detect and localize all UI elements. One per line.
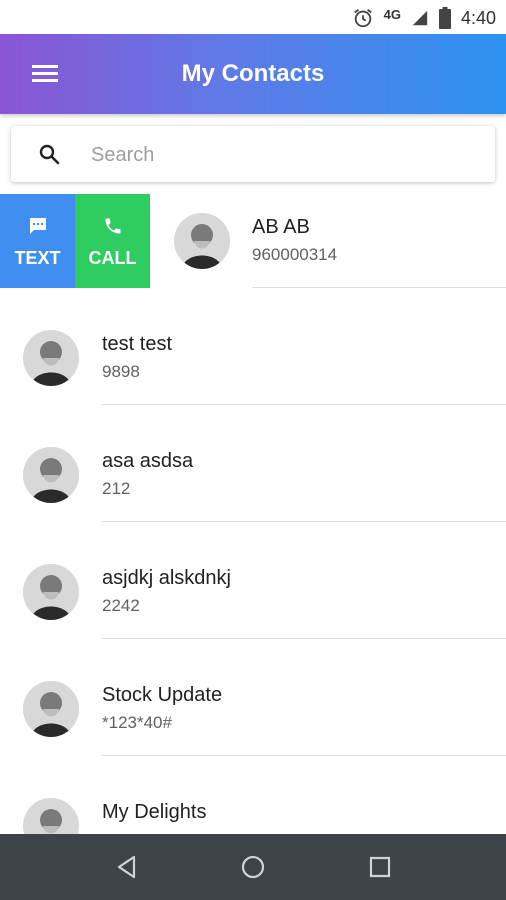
recents-icon[interactable] <box>367 854 393 880</box>
contact-name: asa asdsa <box>102 450 194 472</box>
avatar <box>174 213 230 269</box>
status-bar: 4G 4:40 <box>0 0 506 34</box>
app-title: My Contacts <box>181 60 325 87</box>
contact-row[interactable]: Stock Update *123*40# <box>0 662 506 779</box>
text-action-button[interactable]: TEXT <box>0 194 75 288</box>
contact-number: *123*40# <box>102 713 172 732</box>
contact-row[interactable]: My Delights <box>0 779 506 834</box>
status-time: 4:40 <box>460 7 496 28</box>
contact-name: asjdkj alskdnkj <box>102 567 231 589</box>
avatar <box>23 681 79 737</box>
search-icon <box>39 144 60 165</box>
contact-number: 9898 <box>102 362 140 381</box>
divider <box>102 638 506 639</box>
divider <box>102 404 506 405</box>
signal-icon <box>412 10 428 26</box>
search-bar <box>11 126 495 182</box>
divider <box>102 755 506 756</box>
contact-row[interactable]: test test 9898 <box>0 311 506 428</box>
battery-icon <box>438 7 451 29</box>
alarm-icon <box>353 9 372 28</box>
contact-name: Stock Update <box>102 684 223 706</box>
avatar-image <box>23 564 79 620</box>
avatar <box>23 447 79 503</box>
status-icons: 4G 4:40 <box>352 6 496 30</box>
contact-name: test test <box>102 333 173 355</box>
network-type: 4G <box>383 6 401 22</box>
contact-number: 960000314 <box>252 245 338 264</box>
home-icon[interactable] <box>240 854 266 880</box>
contact-list: TEXT CALL AB AB 960000314 test test 9898… <box>0 194 506 834</box>
search-input[interactable] <box>89 134 483 176</box>
phone-icon <box>105 218 121 234</box>
contact-row[interactable]: asjdkj alskdnkj 2242 <box>0 545 506 662</box>
call-action-button[interactable]: CALL <box>75 194 150 288</box>
avatar-image <box>23 330 79 386</box>
back-icon[interactable] <box>114 854 140 880</box>
avatar-image <box>174 213 230 269</box>
contact-row[interactable]: asa asdsa 212 <box>0 428 506 545</box>
avatar <box>23 564 79 620</box>
divider <box>102 521 506 522</box>
avatar <box>23 798 79 834</box>
divider <box>252 287 506 288</box>
text-action-label: TEXT <box>14 248 61 268</box>
contact-number: 212 <box>102 479 131 498</box>
contact-name: AB AB <box>252 216 310 238</box>
contact-row[interactable]: TEXT CALL AB AB 960000314 <box>0 194 506 311</box>
avatar-image <box>23 681 79 737</box>
avatar-image <box>23 447 79 503</box>
app-bar: My Contacts <box>0 34 506 114</box>
call-action-label: CALL <box>88 248 137 268</box>
navigation-bar <box>0 834 506 900</box>
contact-name: My Delights <box>102 801 207 823</box>
avatar-image <box>23 798 79 834</box>
avatar <box>23 330 79 386</box>
message-icon <box>30 218 46 234</box>
contact-number: 2242 <box>102 596 140 615</box>
